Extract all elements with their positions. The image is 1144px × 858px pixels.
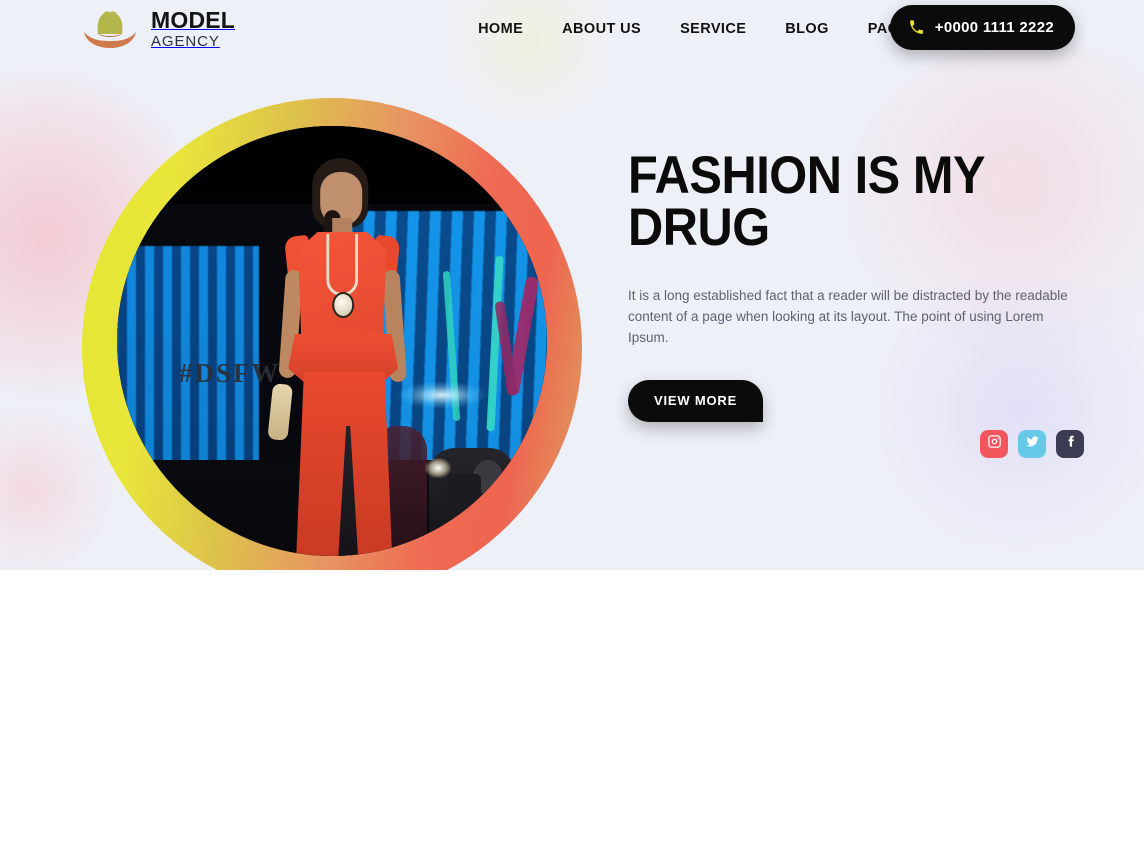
nav-item-about-us[interactable]: ABOUT US (562, 21, 641, 37)
hero-heading-line-2: DRUG (628, 197, 770, 257)
nav-item-blog[interactable]: BLOG (785, 21, 829, 37)
nav-item-service[interactable]: SERVICE (680, 21, 746, 37)
site-header: MODEL AGENCY HOME ABOUT US SERVICE BLOG … (0, 0, 1144, 58)
logo-title: MODEL (151, 6, 236, 33)
hero-paragraph: It is a long established fact that a rea… (628, 287, 1068, 345)
nav-item-home[interactable]: HOME (478, 21, 523, 37)
services-section: OUR SERVICES RAMP WALK Lorem ipsum dolor… (0, 570, 1144, 858)
social-links (980, 430, 1084, 458)
social-link-instagram[interactable] (980, 430, 1008, 458)
main-navigation: HOME ABOUT US SERVICE BLOG PAGES (478, 21, 919, 37)
phone-number: +0000 1111 2222 (934, 19, 1054, 36)
hero-section: MODEL AGENCY HOME ABOUT US SERVICE BLOG … (0, 0, 1144, 570)
model-necklace (326, 234, 359, 296)
logo[interactable]: MODEL AGENCY (80, 7, 235, 52)
twitter-icon (1025, 434, 1040, 454)
phone-button[interactable]: +0000 1111 2222 (889, 5, 1075, 50)
logo-subtitle: AGENCY (151, 32, 220, 50)
social-link-facebook[interactable] (1056, 430, 1084, 458)
runway-stage-scene: #DSFW (117, 126, 547, 556)
instagram-icon (987, 434, 1002, 454)
hero-image: #DSFW (82, 98, 582, 570)
social-link-twitter[interactable] (1018, 430, 1046, 458)
phone-icon (908, 19, 925, 36)
hero-image-photo: #DSFW (117, 126, 547, 556)
hero-heading: FASHION IS MY DRUG (628, 146, 1060, 257)
hero-copy: FASHION IS MY DRUG It is a long establis… (628, 146, 1098, 422)
runway-model (226, 158, 456, 556)
hero-heading-line-1: FASHION IS MY (628, 146, 986, 205)
model-clutch-bag (267, 383, 294, 441)
cowboy-hat-icon (80, 8, 140, 50)
view-more-button[interactable]: VIEW MORE (628, 379, 764, 422)
model-pendant (332, 292, 355, 318)
facebook-icon (1063, 434, 1078, 454)
page-root: MODEL AGENCY HOME ABOUT US SERVICE BLOG … (0, 0, 1144, 858)
logo-text: MODEL AGENCY (151, 7, 235, 52)
